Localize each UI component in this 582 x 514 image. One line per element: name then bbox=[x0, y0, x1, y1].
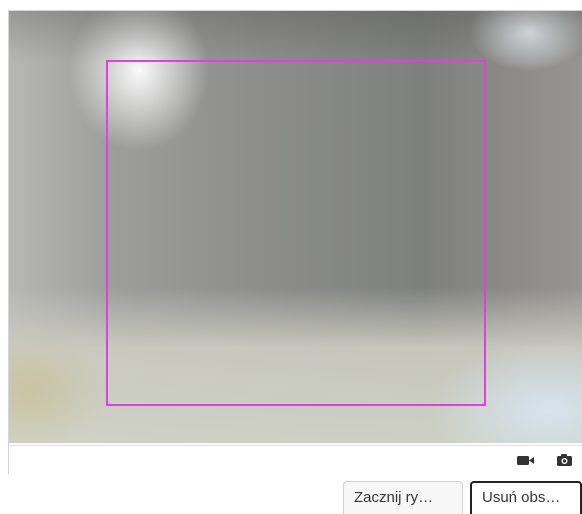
start-drawing-button[interactable]: Zacznij ry… bbox=[343, 481, 463, 514]
remove-area-button[interactable]: Usuń obs… bbox=[470, 481, 582, 514]
camera-controls-bar bbox=[9, 445, 582, 474]
video-camera-icon[interactable] bbox=[516, 452, 536, 468]
camera-feed[interactable] bbox=[9, 11, 582, 443]
camera-icon[interactable] bbox=[555, 452, 575, 468]
detection-box[interactable] bbox=[106, 60, 486, 406]
camera-panel bbox=[8, 10, 582, 474]
